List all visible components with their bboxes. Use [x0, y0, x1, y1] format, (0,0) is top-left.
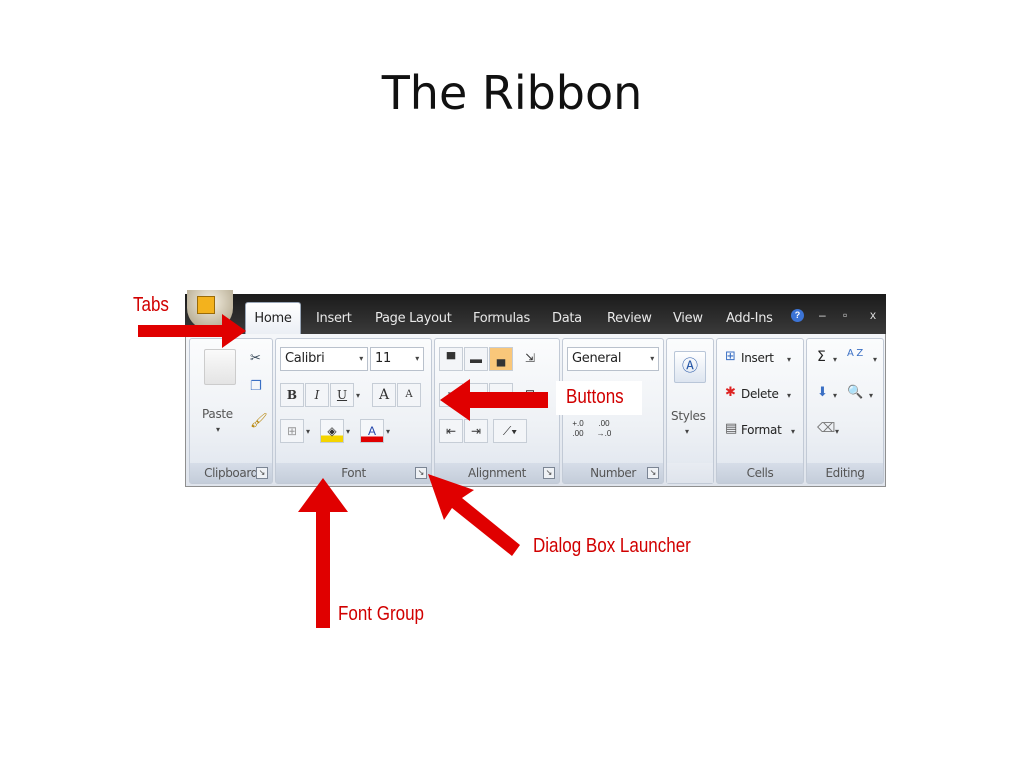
tabs-arrow — [138, 314, 246, 348]
callout-tabs: Tabs — [133, 294, 169, 316]
callout-font-group: Font Group — [338, 603, 424, 625]
callout-arrows — [138, 314, 548, 628]
dialog-launcher-arrow — [428, 474, 520, 556]
callout-buttons: Buttons — [566, 386, 624, 408]
callout-dialog-box-launcher: Dialog Box Launcher — [533, 535, 691, 557]
buttons-arrow — [440, 379, 548, 421]
